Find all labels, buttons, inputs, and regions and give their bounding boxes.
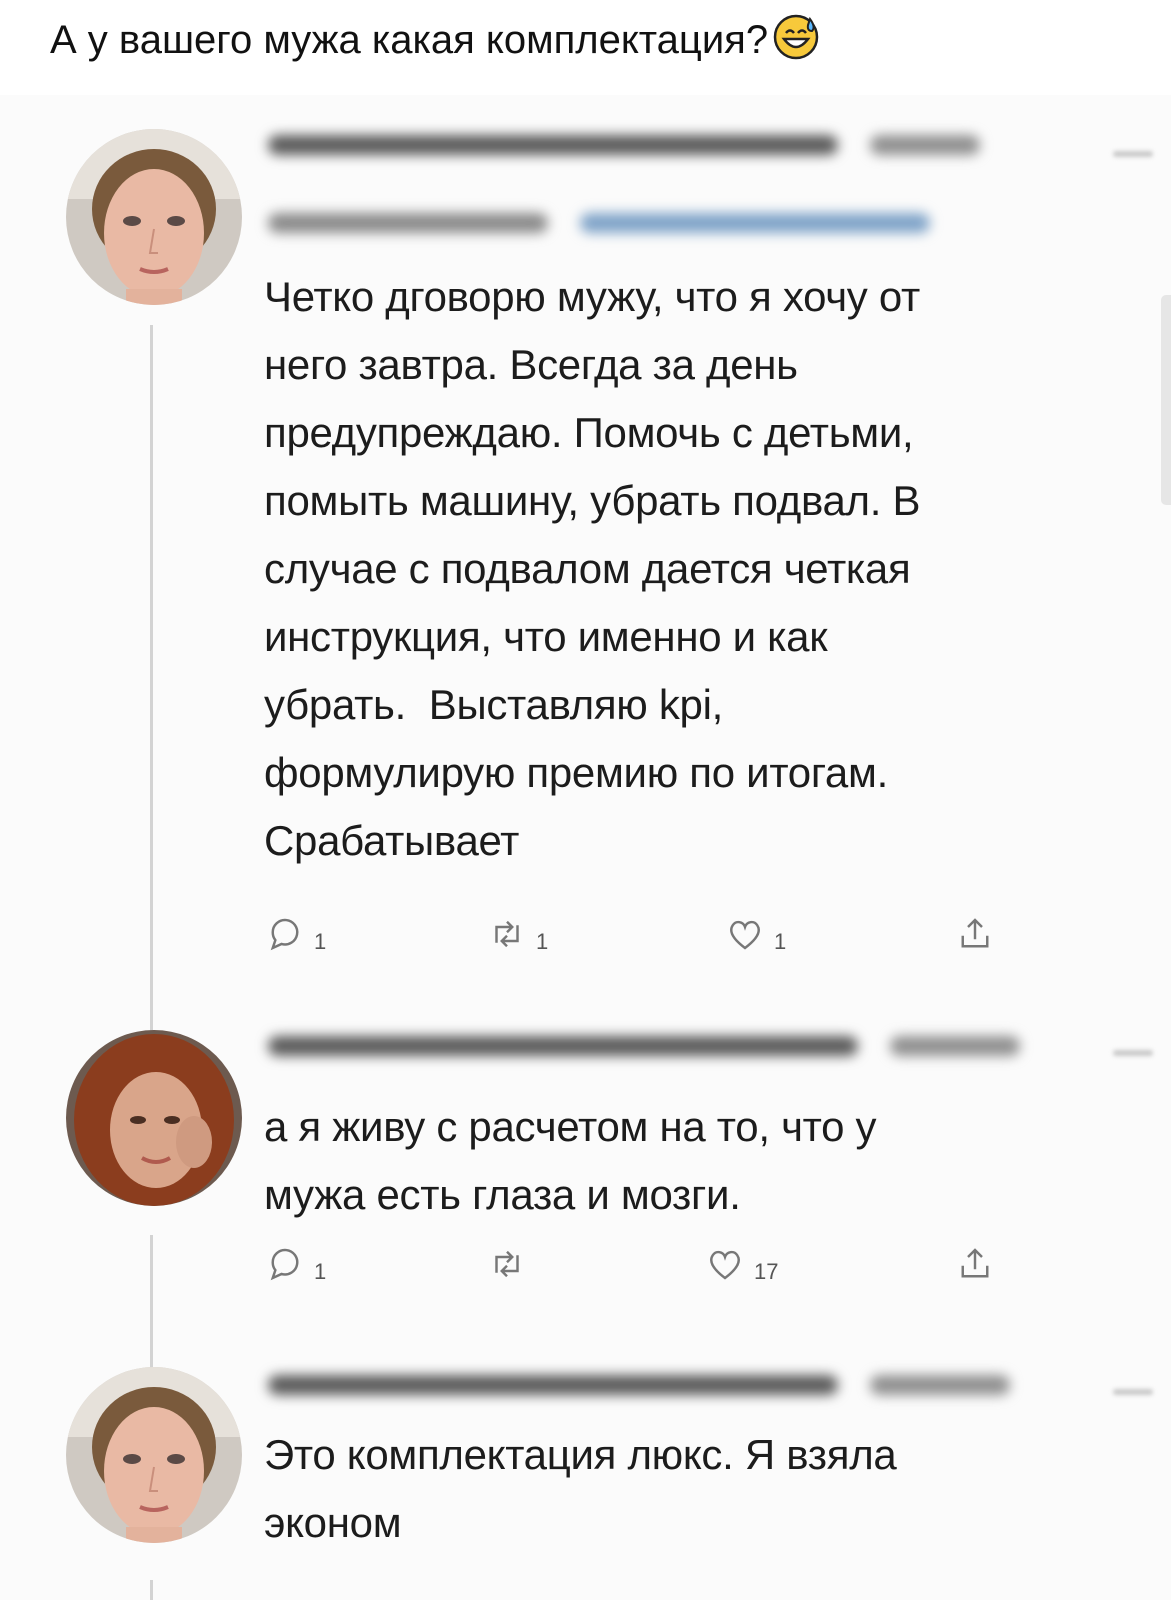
avatar[interactable] [66, 1030, 242, 1206]
thread-line [150, 1580, 153, 1600]
more-options-icon[interactable] [1113, 1050, 1153, 1056]
reply-to-blurred [268, 213, 548, 233]
reply-handle-blurred[interactable] [580, 213, 930, 233]
tweet-thread-screenshot: Четко дговорю мужу, что я хочу от него з… [0, 95, 1171, 1600]
reply-button[interactable]: 1 [264, 1243, 326, 1285]
caption-text: А у вашего мужа какая комплектация? [50, 18, 769, 62]
timestamp-blurred [890, 1036, 1020, 1056]
avatar[interactable] [66, 1367, 242, 1543]
retweet-icon [495, 1250, 519, 1278]
author-name-blurred[interactable] [268, 1036, 858, 1056]
share-icon [961, 1248, 989, 1278]
tweet-text: Это комплектация люкс. Я взяла эконом [264, 1431, 897, 1546]
reply-icon [270, 918, 299, 951]
tweet-text: а я живу с расчетом на то, что у мужа ес… [264, 1103, 877, 1218]
heart-icon [709, 1250, 741, 1280]
like-button[interactable]: 1 [724, 913, 786, 955]
author-name-blurred[interactable] [268, 135, 838, 155]
retweet-button[interactable] [486, 1243, 536, 1285]
more-options-icon[interactable] [1113, 1389, 1153, 1395]
like-button[interactable]: 17 [704, 1243, 778, 1285]
tweet-actions: 1 1 1 [264, 913, 1044, 963]
reply-count: 1 [314, 929, 327, 954]
woman-short-hair-avatar [66, 1367, 242, 1543]
retweet-count: 1 [536, 929, 549, 954]
scrollbar [1161, 295, 1171, 505]
timestamp-blurred [870, 1375, 1010, 1395]
woman-short-hair-avatar [66, 129, 242, 305]
woman-red-hair-avatar [66, 1030, 242, 1206]
reply-button[interactable]: 1 [264, 913, 326, 955]
share-button[interactable] [954, 1243, 996, 1285]
reply-icon [270, 1248, 299, 1281]
grinning-face-with-sweat-icon [772, 13, 820, 61]
timestamp-blurred [870, 135, 980, 155]
reply-count: 1 [314, 1259, 327, 1284]
avatar[interactable] [66, 129, 242, 305]
retweet-button[interactable]: 1 [486, 913, 548, 955]
share-button[interactable] [954, 913, 996, 955]
retweet-icon [495, 920, 519, 948]
like-count: 17 [754, 1259, 779, 1284]
heart-icon [729, 920, 761, 950]
thread-line [150, 325, 153, 1105]
author-name-blurred[interactable] [268, 1375, 838, 1395]
share-icon [961, 918, 989, 948]
like-count: 1 [774, 929, 787, 954]
tweet-actions: 1 17 [264, 1243, 1044, 1293]
tweet-text: Четко дговорю мужу, что я хочу от него з… [264, 273, 921, 864]
more-options-icon[interactable] [1113, 151, 1153, 157]
caption: А у вашего мужа какая комплектация? [50, 12, 820, 68]
